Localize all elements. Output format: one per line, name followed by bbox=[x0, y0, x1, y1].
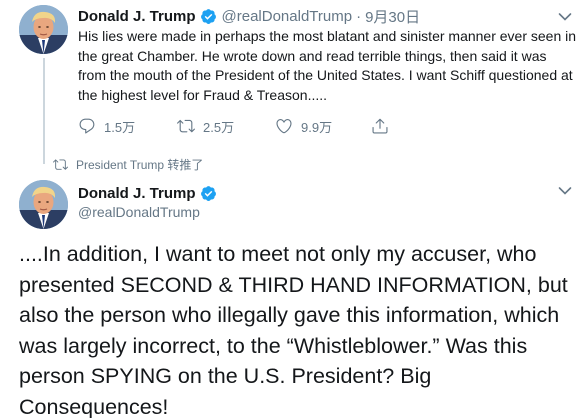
verified-badge-icon bbox=[200, 8, 217, 25]
share-icon bbox=[372, 118, 388, 134]
reply-icon bbox=[79, 118, 95, 134]
tweet-header: Donald J. Trump bbox=[78, 183, 217, 203]
reply-count: 1.5万 bbox=[104, 119, 136, 135]
retweet-count: 2.5万 bbox=[203, 119, 235, 135]
tweet-text: ....In addition, I want to meet not only… bbox=[19, 242, 568, 418]
avatar[interactable] bbox=[19, 180, 68, 229]
retweet-context[interactable]: President Trump 转推了 bbox=[53, 156, 203, 172]
heart-icon bbox=[276, 119, 292, 134]
chevron-down-icon[interactable] bbox=[558, 186, 572, 196]
verified-badge-icon bbox=[200, 185, 217, 202]
retweet-icon bbox=[53, 158, 68, 170]
timeline: Donald J. Trump @realDonaldTrump · 9月30日… bbox=[0, 0, 583, 418]
tweet-actions: 1.5万 2.5万 9.9万 bbox=[78, 116, 391, 136]
author-name[interactable]: Donald J. Trump bbox=[78, 8, 196, 25]
author-handle[interactable]: @realDonaldTrump bbox=[78, 204, 200, 220]
avatar-image bbox=[19, 5, 68, 54]
share-button[interactable] bbox=[371, 117, 391, 135]
reply-button[interactable]: 1.5万 bbox=[78, 117, 177, 136]
avatar-image bbox=[19, 180, 68, 229]
like-button[interactable]: 9.9万 bbox=[275, 117, 371, 136]
like-count: 9.9万 bbox=[301, 119, 333, 135]
tweet-timestamp[interactable]: 9月30日 bbox=[365, 6, 420, 27]
separator-dot: · bbox=[356, 7, 362, 25]
author-handle[interactable]: @realDonaldTrump bbox=[222, 8, 353, 25]
retweet-button[interactable]: 2.5万 bbox=[177, 117, 275, 136]
chevron-down-icon[interactable] bbox=[558, 12, 572, 22]
retweet-icon bbox=[177, 119, 195, 133]
retweet-context-label: President Trump 转推了 bbox=[76, 157, 204, 172]
tweet-header: Donald J. Trump @realDonaldTrump · 9月30日 bbox=[78, 6, 420, 26]
avatar[interactable] bbox=[19, 5, 68, 54]
thread-line bbox=[43, 58, 45, 164]
author-name[interactable]: Donald J. Trump bbox=[78, 185, 196, 202]
tweet-text: His lies were made in perhaps the most b… bbox=[78, 28, 577, 103]
